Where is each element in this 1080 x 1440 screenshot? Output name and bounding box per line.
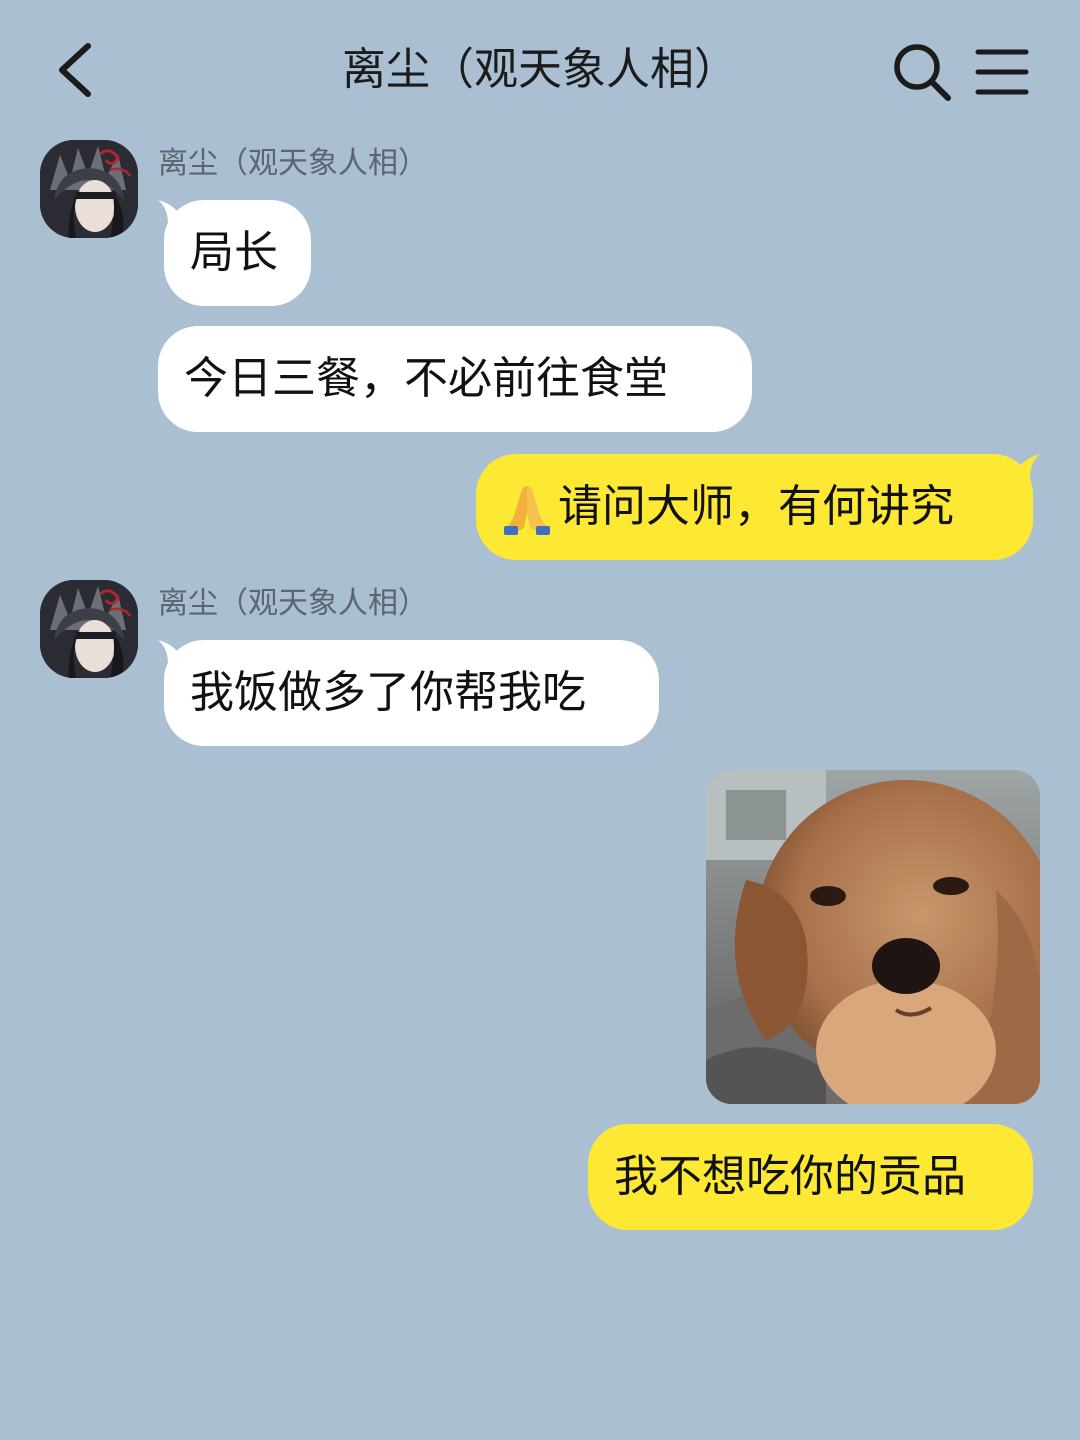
back-button[interactable] (44, 34, 108, 106)
message-bubble-outgoing[interactable]: 我不想吃你的贡品 (588, 1124, 1033, 1230)
chat-title: 离尘（观天象人相） (342, 44, 738, 95)
message-text: 今日三餐，不必前往食堂 (184, 353, 668, 404)
folded-hands-icon (504, 486, 550, 535)
chevron-left-icon (59, 43, 91, 97)
avatar[interactable] (40, 140, 138, 238)
message-text: 请问大师，有何讲究 (558, 481, 954, 532)
avatar[interactable] (40, 580, 138, 678)
avatar-image (40, 580, 138, 678)
message-bubble-incoming[interactable]: 局长 (164, 200, 311, 306)
hamburger-menu-icon (975, 49, 1029, 95)
message-bubble-incoming[interactable]: 我饭做多了你帮我吃 (164, 640, 659, 746)
image-message[interactable] (706, 770, 1040, 1104)
message-bubble-outgoing[interactable]: 请问大师，有何讲究 (476, 454, 1033, 560)
search-icon (894, 44, 951, 101)
sender-name: 离尘（观天象人相） (158, 146, 428, 181)
message-bubble-incoming[interactable]: 今日三餐，不必前往食堂 (158, 326, 752, 432)
sender-name: 离尘（观天象人相） (158, 586, 428, 621)
puppy-photo (706, 770, 1040, 1104)
message-text: 局长 (190, 227, 278, 278)
chat-header: 离尘（观天象人相） (0, 0, 1080, 140)
avatar-image (40, 140, 138, 238)
menu-button[interactable] (972, 44, 1032, 100)
message-text: 我不想吃你的贡品 (614, 1151, 966, 1202)
message-text: 我饭做多了你帮我吃 (190, 667, 586, 718)
bubble-tail (1016, 454, 1040, 478)
search-button[interactable] (890, 40, 954, 104)
